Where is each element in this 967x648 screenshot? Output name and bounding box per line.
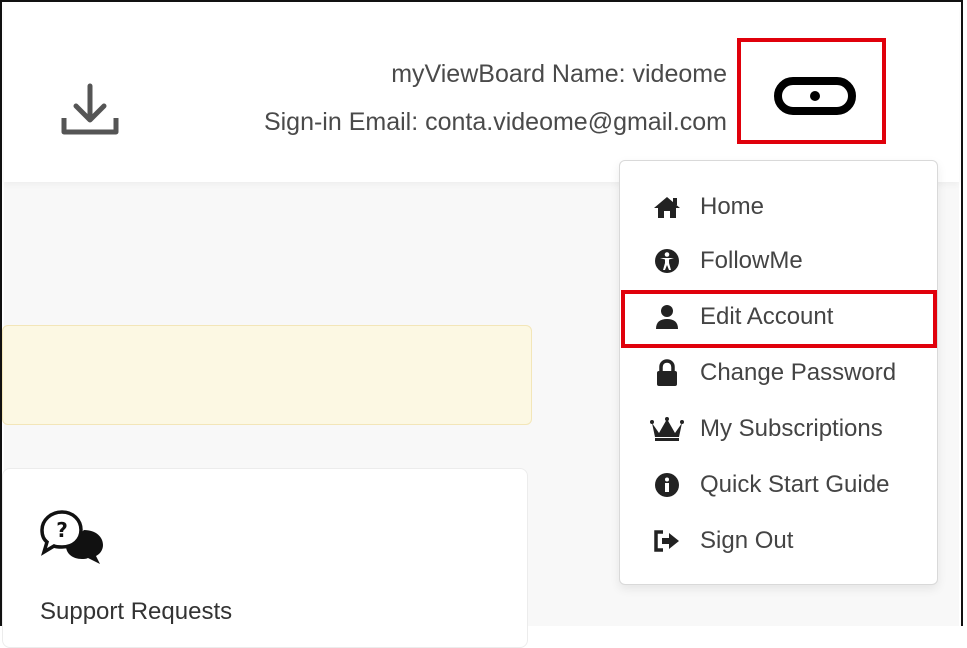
svg-text:?: ? — [56, 518, 68, 542]
download-icon[interactable] — [60, 82, 120, 142]
info-icon — [655, 473, 679, 497]
support-requests-label[interactable]: Support Requests — [40, 598, 232, 626]
edit-account-highlight — [621, 290, 937, 348]
account-dropdown-menu: Home FollowMe Edit Account Change Passwo… — [619, 160, 938, 585]
lock-icon — [657, 359, 677, 386]
menu-item-quick-start-guide[interactable]: Quick Start Guide — [620, 461, 937, 509]
menu-item-label: FollowMe — [700, 247, 803, 274]
menu-item-my-subscriptions[interactable]: My Subscriptions — [620, 405, 937, 453]
menu-item-label: Sign Out — [700, 527, 794, 554]
menu-item-label: My Subscriptions — [700, 415, 883, 442]
sign-in-email: Sign-in Email: conta.videome@gmail.com — [263, 108, 727, 136]
menu-item-label: Quick Start Guide — [700, 471, 890, 498]
menu-item-label: Home — [700, 193, 765, 220]
support-chat-icon: ? — [40, 510, 103, 564]
home-icon — [654, 197, 680, 218]
account-menu-toggle[interactable] — [737, 38, 886, 144]
followme-icon — [655, 249, 679, 273]
menu-item-sign-out[interactable]: Sign Out — [620, 517, 937, 565]
toggle-icon — [774, 77, 856, 115]
notice-box — [2, 325, 532, 425]
menu-item-change-password[interactable]: Change Password — [620, 349, 937, 397]
sign-out-icon — [654, 530, 679, 552]
menu-item-label: Change Password — [700, 359, 897, 386]
viewboard-name: myViewBoard Name: videome — [391, 60, 727, 88]
menu-item-followme[interactable]: FollowMe — [620, 237, 937, 285]
user-info: myViewBoard Name: videome Sign-in Email:… — [264, 50, 727, 146]
crown-icon — [650, 417, 684, 441]
menu-item-home[interactable]: Home — [620, 183, 937, 231]
